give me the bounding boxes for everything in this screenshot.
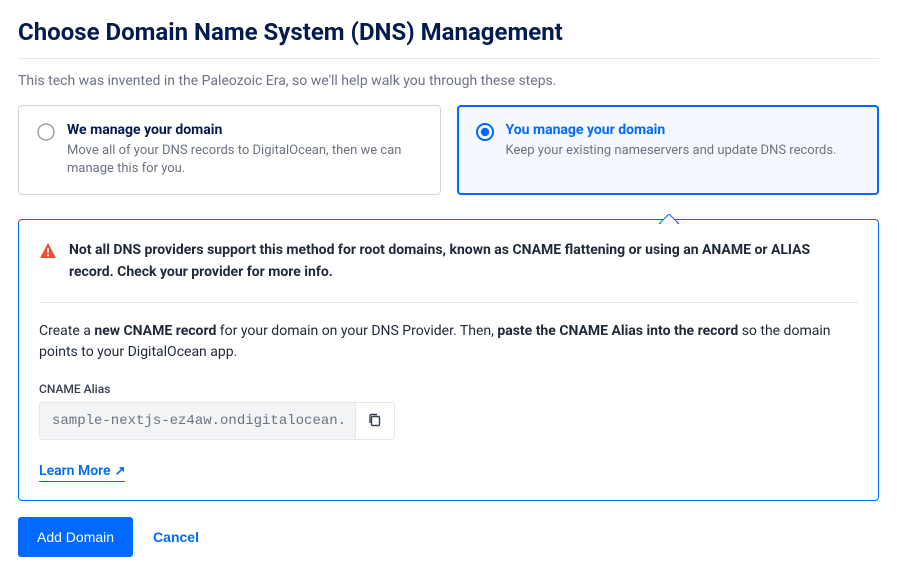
instruction-text: Create a new CNAME record for your domai…: [39, 321, 858, 364]
title-divider: [18, 58, 879, 59]
page-title: Choose Domain Name System (DNS) Manageme…: [18, 18, 879, 46]
cancel-button[interactable]: Cancel: [153, 529, 199, 545]
copy-icon: [367, 412, 383, 431]
external-link-icon: ↗: [115, 464, 126, 479]
dns-options: We manage your domain Move all of your D…: [18, 105, 879, 195]
detail-panel: Not all DNS providers support this metho…: [18, 219, 879, 501]
instruction-b1: new CNAME record: [94, 323, 216, 339]
option-we-manage-title: We manage your domain: [67, 122, 422, 138]
add-domain-button[interactable]: Add Domain: [18, 517, 133, 557]
page-subtitle: This tech was invented in the Paleozoic …: [18, 73, 879, 89]
option-you-manage-desc: Keep your existing nameservers and updat…: [506, 142, 837, 160]
cname-input[interactable]: [39, 402, 355, 440]
option-you-manage[interactable]: You manage your domain Keep your existin…: [457, 105, 880, 195]
learn-more-text: Learn More: [39, 463, 111, 479]
detail-panel-wrapper: Not all DNS providers support this metho…: [18, 219, 879, 501]
cname-label: CNAME Alias: [39, 382, 858, 396]
radio-unselected-icon: [37, 123, 55, 141]
option-we-manage[interactable]: We manage your domain Move all of your D…: [18, 105, 441, 195]
instruction-pre: Create a: [39, 323, 94, 339]
alert: Not all DNS providers support this metho…: [39, 240, 858, 302]
warning-icon: [39, 242, 57, 260]
copy-button[interactable]: [355, 402, 395, 440]
cname-row: [39, 402, 858, 440]
option-we-manage-desc: Move all of your DNS records to DigitalO…: [67, 142, 422, 178]
alert-text: Not all DNS providers support this metho…: [69, 240, 858, 283]
radio-selected-icon: [476, 123, 494, 141]
instruction-b2: paste the CNAME Alias into the record: [497, 323, 738, 339]
instruction-mid: for your domain on your DNS Provider. Th…: [216, 323, 497, 339]
button-row: Add Domain Cancel: [18, 517, 879, 557]
option-you-manage-title: You manage your domain: [506, 122, 837, 138]
panel-arrow-icon: [659, 209, 679, 219]
learn-more-link[interactable]: Learn More ↗: [39, 463, 125, 482]
